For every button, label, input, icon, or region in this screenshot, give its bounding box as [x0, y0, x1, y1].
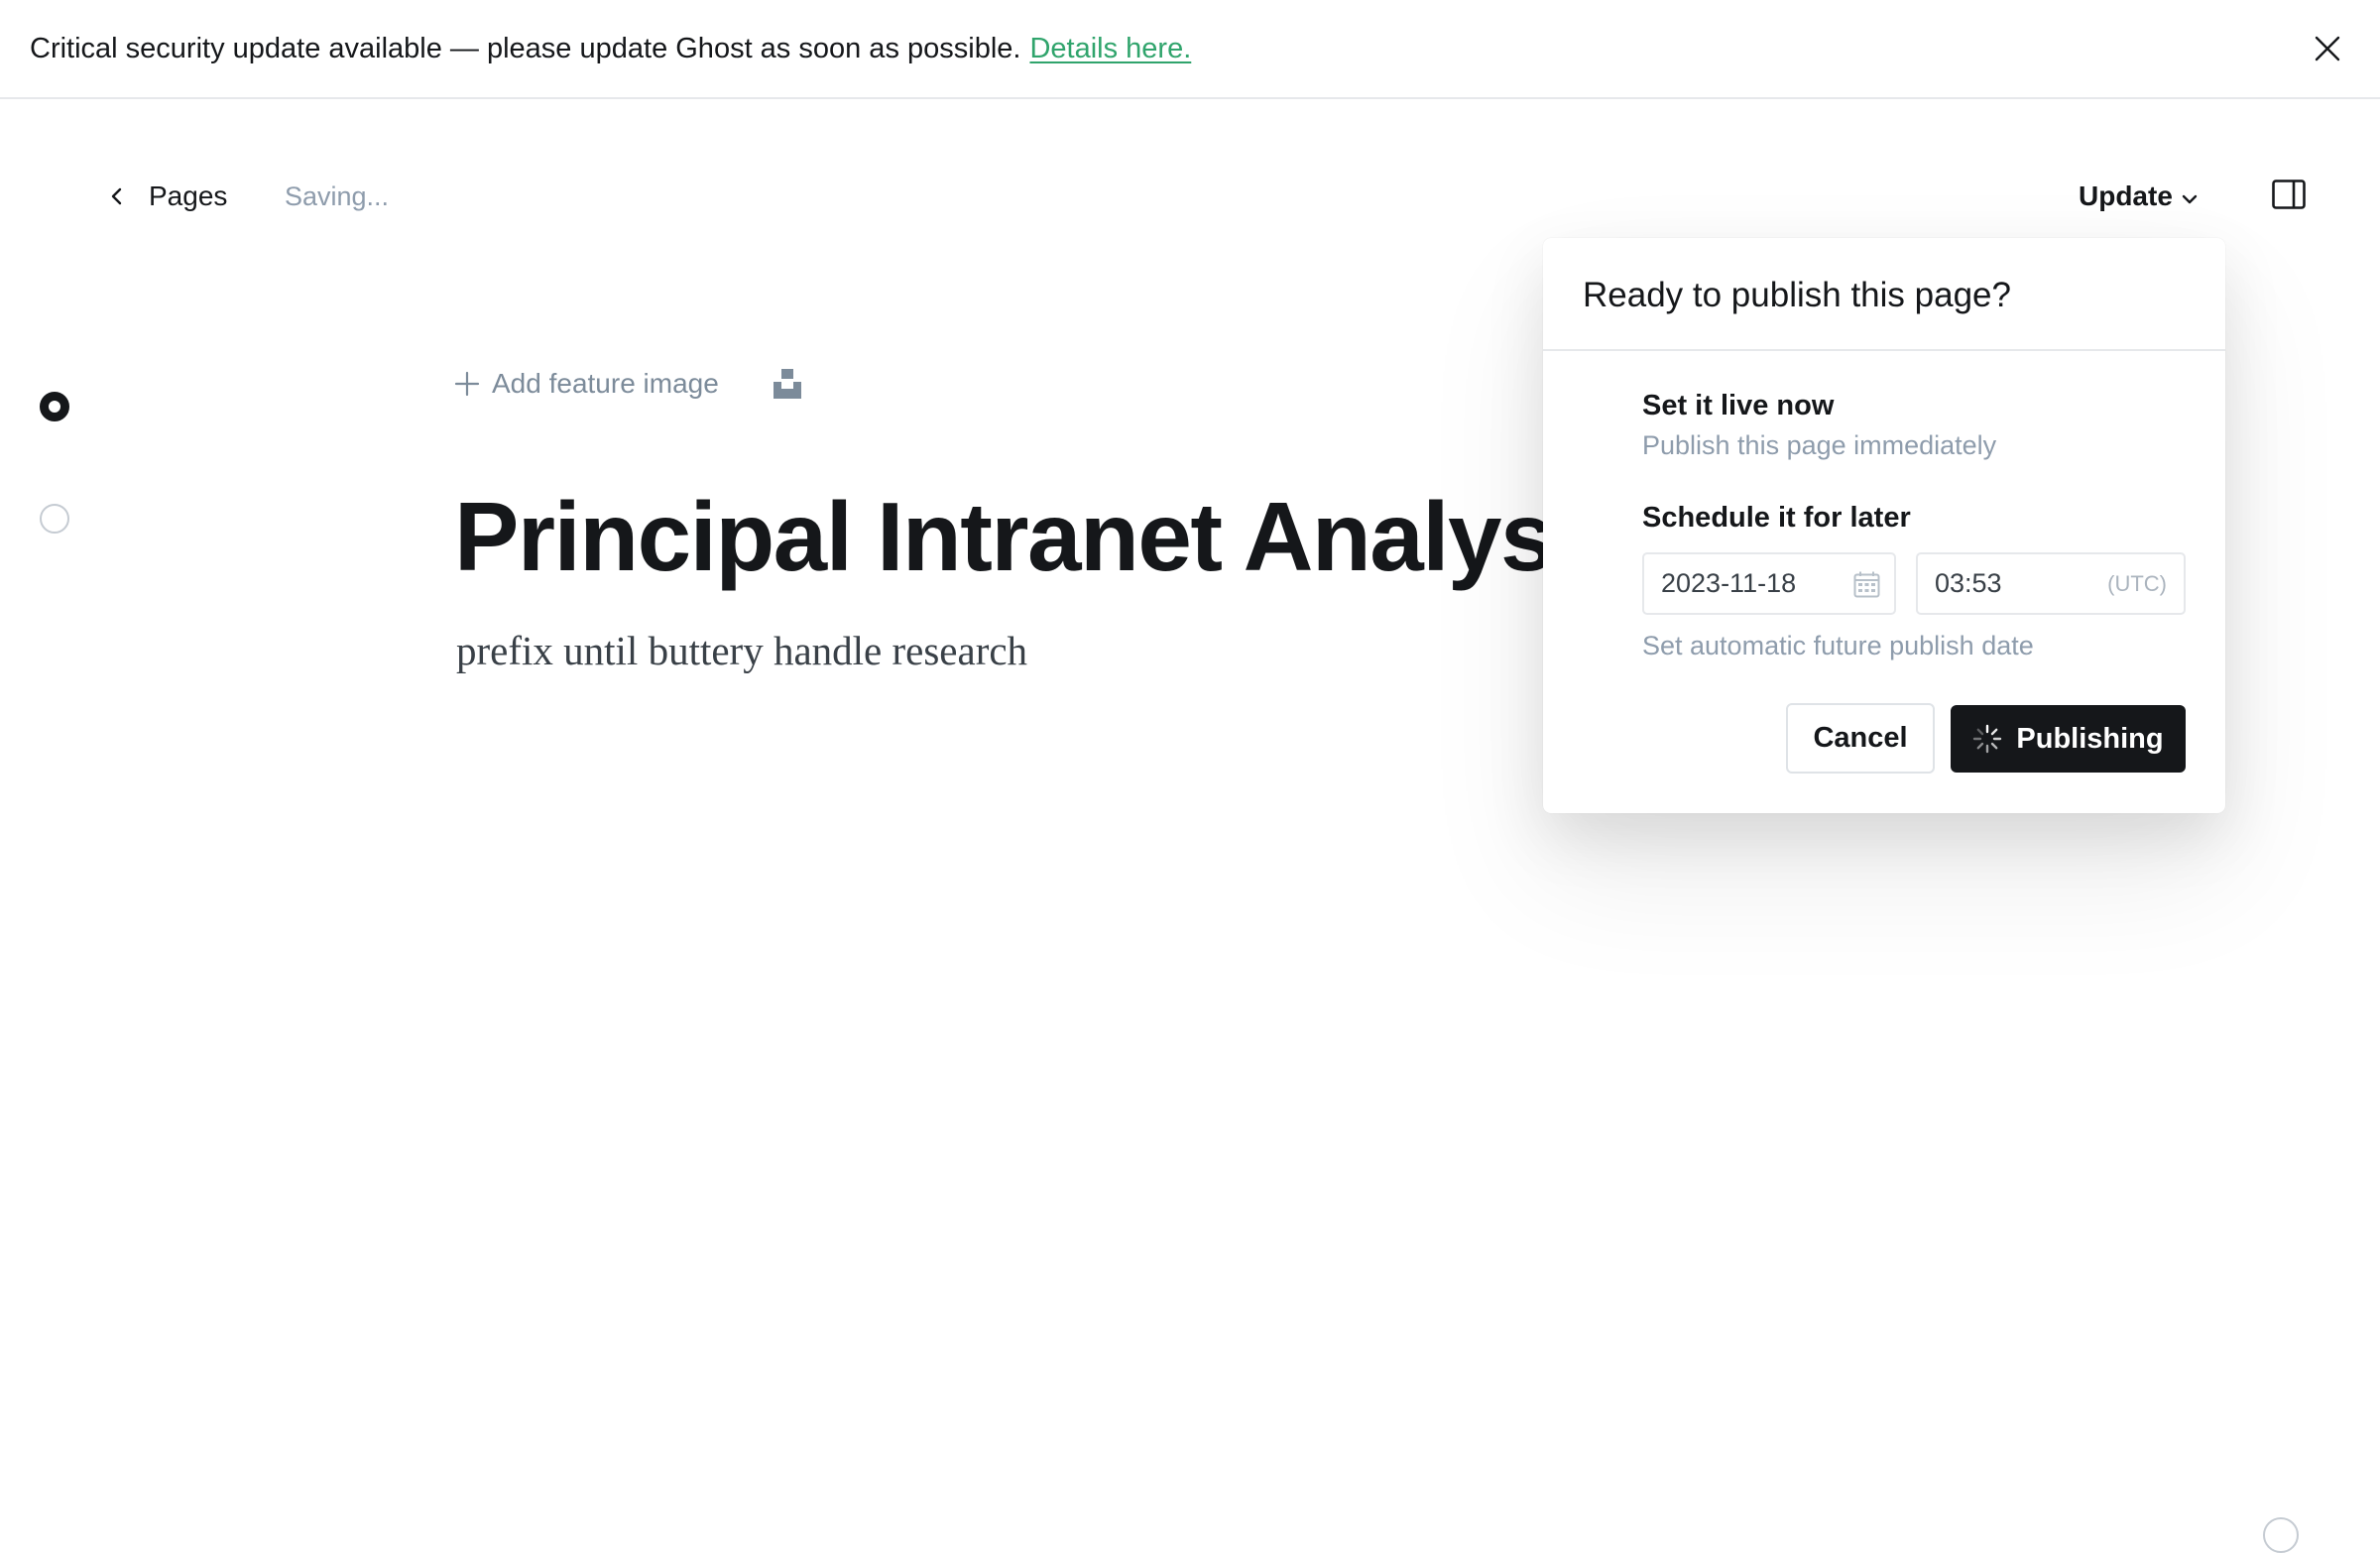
calendar-icon[interactable] — [1853, 571, 1880, 598]
schedule-time-value: 03:53 — [1935, 568, 2002, 598]
add-feature-image-button[interactable]: Add feature image — [454, 363, 719, 405]
cancel-button[interactable]: Cancel — [1786, 703, 1935, 774]
radio-set-live-now[interactable] — [40, 392, 69, 421]
post-excerpt[interactable]: prefix until buttery handle research — [456, 623, 1027, 678]
sidebar-toggle-icon[interactable] — [2272, 179, 2306, 209]
help-icon[interactable] — [2263, 1517, 2299, 1553]
close-icon[interactable] — [2313, 34, 2342, 63]
update-button[interactable]: Update — [2079, 175, 2199, 218]
post-title[interactable]: Principal Intranet Analyst — [454, 472, 1586, 601]
banner-message: Critical security update available — ple… — [30, 33, 1021, 64]
chevron-down-icon — [2182, 194, 2198, 204]
option-label-schedule-later[interactable]: Schedule it for later — [1642, 502, 1911, 535]
option-desc-schedule-later: Set automatic future publish date — [1642, 631, 2034, 660]
option-desc-set-live-now: Publish this page immediately — [1642, 430, 1997, 460]
banner-message-line: Critical security update available — ple… — [30, 30, 1191, 67]
chevron-left-icon — [111, 187, 122, 205]
back-to-pages-link[interactable]: Pages — [107, 175, 227, 218]
publishing-button[interactable]: Publishing — [1951, 705, 2186, 773]
back-label: Pages — [149, 180, 228, 211]
update-label: Update — [2079, 180, 2173, 211]
schedule-date-value: 2023-11-18 — [1661, 568, 1797, 598]
unsplash-icon[interactable] — [774, 369, 801, 399]
radio-schedule-later[interactable] — [40, 504, 69, 534]
spinner-icon — [1973, 724, 2002, 754]
banner-details-link[interactable]: Details here. — [1029, 33, 1191, 64]
publishing-label: Publishing — [2016, 722, 2164, 755]
schedule-time-field[interactable]: 03:53 (UTC) — [1916, 552, 2186, 615]
plus-icon — [454, 371, 480, 397]
popover-header: Ready to publish this page? — [1543, 238, 2225, 351]
save-status: Saving... — [285, 181, 390, 211]
popover-title: Ready to publish this page? — [1583, 276, 2011, 314]
option-label-set-live-now[interactable]: Set it live now — [1642, 390, 1834, 422]
security-update-banner: Critical security update available — ple… — [0, 0, 2380, 99]
add-feature-image-label: Add feature image — [492, 368, 719, 399]
timezone-label: (UTC) — [2107, 571, 2167, 596]
schedule-date-field[interactable]: 2023-11-18 — [1642, 552, 1896, 615]
